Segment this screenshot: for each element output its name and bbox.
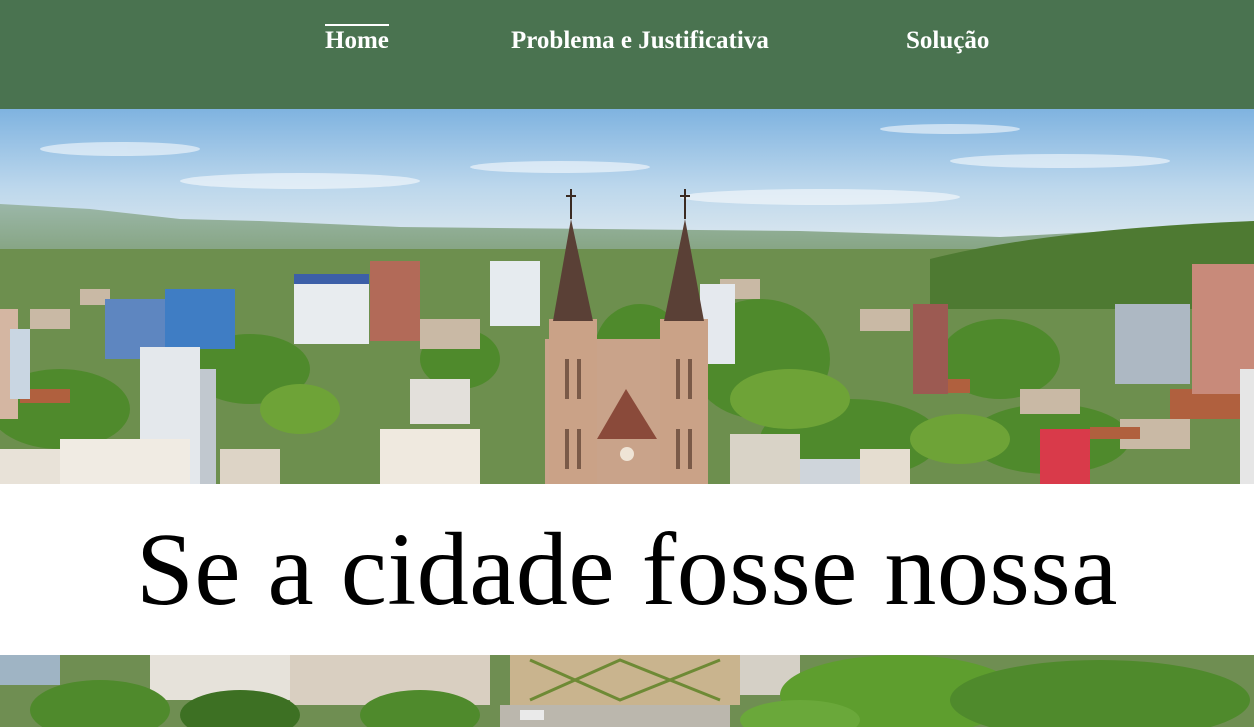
nav-link-home[interactable]: Home (325, 24, 389, 58)
nav-link-solucao[interactable]: Solução (906, 24, 989, 58)
top-navigation-bar: Home Problema e Justificativa Solução (0, 0, 1254, 109)
hero-title-band: Se a cidade fosse nossa (0, 484, 1254, 655)
city-aerial-photo-bottom (0, 655, 1254, 727)
city-aerial-photo-top (0, 109, 1254, 484)
hero-title: Se a cidade fosse nossa (136, 512, 1118, 627)
nav-link-problema-e-justificativa[interactable]: Problema e Justificativa (511, 24, 769, 58)
